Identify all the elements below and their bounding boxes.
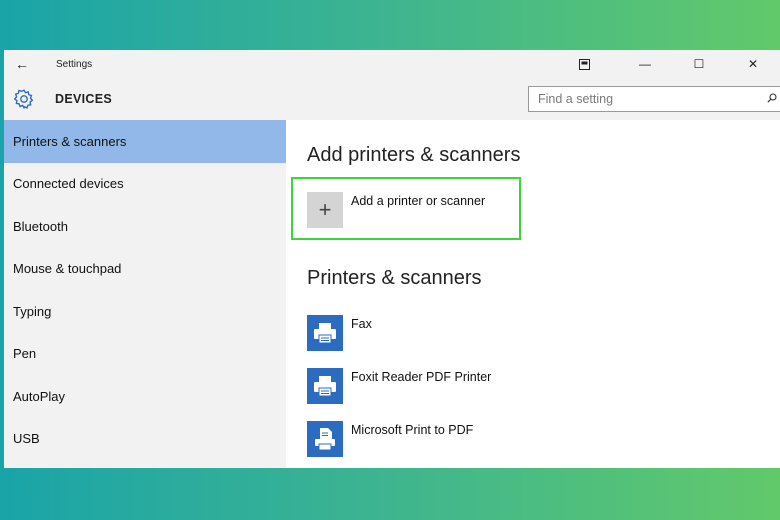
minimize-button[interactable]: — (618, 50, 672, 78)
window-controls: — ☐ ✕ (564, 50, 780, 78)
sidebar-item-printers-scanners[interactable]: Printers & scanners (4, 120, 286, 163)
printer-name: Foxit Reader PDF Printer (351, 370, 492, 384)
window-title: Settings (56, 58, 93, 70)
search-icon[interactable] (767, 92, 777, 106)
sidebar-item-label: AutoPlay (13, 388, 66, 404)
tablet-mode-icon (578, 58, 590, 70)
maximize-button[interactable]: ☐ (672, 50, 726, 78)
sidebar-item-label: USB (13, 431, 40, 447)
add-printer-button[interactable]: + Add a printer or scanner (307, 192, 485, 228)
sidebar-item-pen[interactable]: Pen (4, 333, 286, 376)
sidebar-item-label: Printers & scanners (13, 133, 127, 149)
add-printer-label: Add a printer or scanner (351, 194, 486, 208)
printer-list: Fax Foxit Reader PDF Printer Microsoft P… (307, 315, 491, 468)
printer-name: Microsoft Print to PDF (351, 423, 474, 437)
sidebar-item-label: Mouse & touchpad (13, 261, 122, 277)
sidebar-item-label: Typing (13, 303, 52, 319)
sidebar-item-connected-devices[interactable]: Connected devices (4, 163, 286, 206)
printer-icon (307, 368, 343, 404)
tablet-mode-button[interactable] (564, 50, 604, 78)
printer-item-fax[interactable]: Fax (307, 315, 491, 368)
close-button[interactable]: ✕ (726, 50, 780, 78)
sidebar-item-autoplay[interactable]: AutoPlay (4, 375, 286, 418)
sidebar-item-typing[interactable]: Typing (4, 290, 286, 333)
section-title: DEVICES (55, 92, 112, 106)
title-bar: ← Settings — ☐ ✕ (4, 50, 780, 78)
sidebar-item-label: Bluetooth (13, 218, 68, 234)
printer-name: Fax (351, 317, 372, 331)
document-printer-icon (307, 421, 343, 457)
back-arrow-icon: ← (15, 56, 29, 72)
add-printers-heading: Add printers & scanners (307, 144, 521, 166)
printer-item-microsoft-print-to-pdf[interactable]: Microsoft Print to PDF (307, 421, 491, 468)
plus-icon: + (307, 192, 343, 228)
add-printer-highlight: + Add a printer or scanner (291, 177, 521, 240)
sidebar: Printers & scanners Connected devices Bl… (4, 120, 286, 468)
settings-window: ← Settings — ☐ ✕ DEVICES Find a setting … (4, 50, 780, 468)
sidebar-item-bluetooth[interactable]: Bluetooth (4, 205, 286, 248)
back-button[interactable]: ← (4, 50, 40, 78)
printers-list-heading: Printers & scanners (307, 267, 482, 289)
sidebar-item-label: Connected devices (13, 176, 124, 192)
search-input[interactable] (529, 92, 765, 106)
sidebar-item-usb[interactable]: USB (4, 418, 286, 461)
settings-header: DEVICES (4, 78, 780, 120)
printer-icon (307, 315, 343, 351)
gear-icon (12, 87, 36, 111)
printer-item-foxit[interactable]: Foxit Reader PDF Printer (307, 368, 491, 421)
main-content: Add printers & scanners + Add a printer … (286, 120, 780, 468)
search-box[interactable] (528, 86, 780, 112)
sidebar-item-mouse-touchpad[interactable]: Mouse & touchpad (4, 248, 286, 291)
sidebar-item-label: Pen (13, 346, 37, 362)
